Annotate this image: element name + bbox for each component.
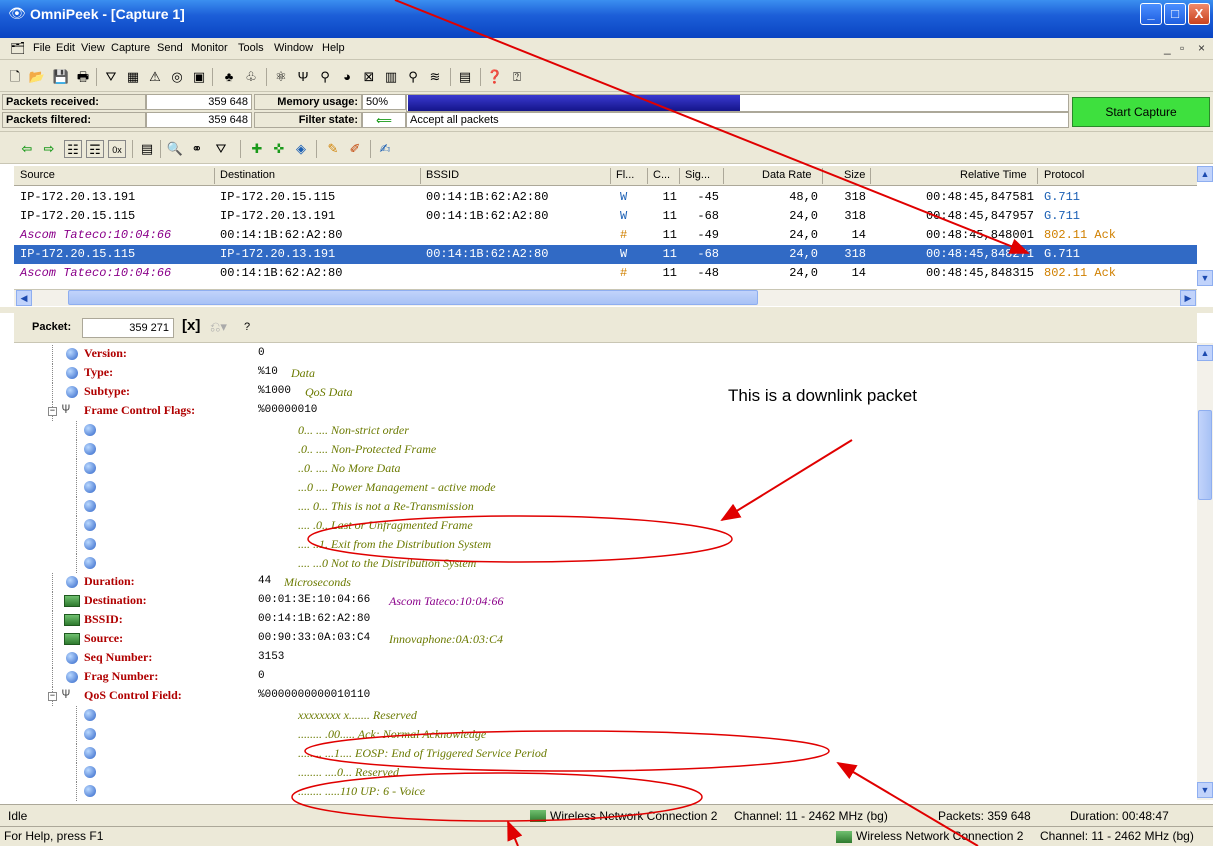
annotation-ellipse: [304, 730, 830, 772]
annotation-arrow: [720, 439, 853, 522]
annotation-arrow: [836, 761, 979, 846]
annotation-arrow: [507, 820, 523, 846]
annotation-ellipse: [307, 515, 733, 563]
annotation-arrow: [394, 0, 1030, 254]
annotation-overlay: [291, 0, 1030, 846]
annotation-ellipse: [291, 772, 703, 822]
